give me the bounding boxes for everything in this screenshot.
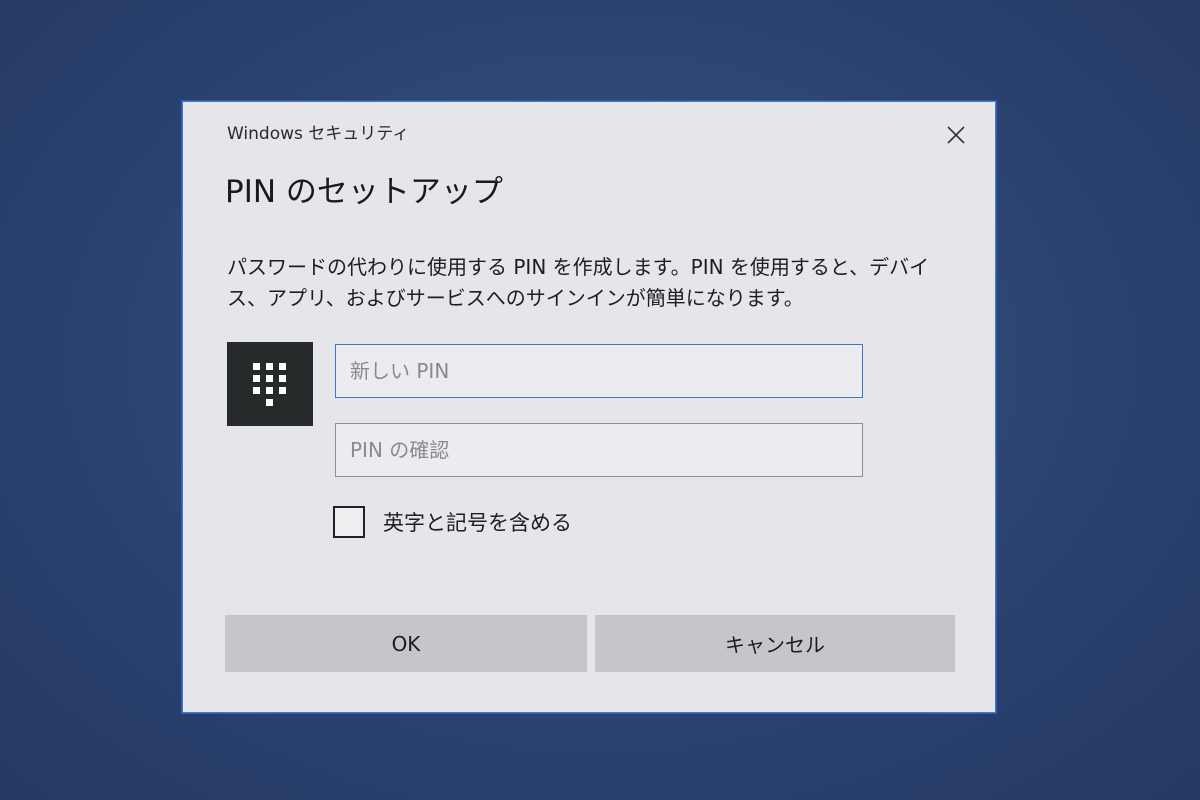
close-button[interactable] [941, 120, 971, 150]
pin-icon-tile [227, 342, 313, 426]
dialog-heading: PIN のセットアップ [225, 174, 503, 210]
close-icon [947, 126, 965, 144]
include-letters-symbols-label: 英字と記号を含める [383, 511, 572, 535]
confirm-pin-input[interactable] [335, 423, 863, 477]
dialog-description: パスワードの代わりに使用する PIN を作成します。PIN を使用すると、デバイ… [227, 255, 930, 310]
include-letters-symbols-checkbox[interactable] [333, 506, 365, 538]
pin-keypad-icon [253, 363, 286, 406]
ok-button[interactable]: OK [225, 615, 587, 672]
windows-security-dialog: Windows セキュリティ PIN のセットアップ パスワードの代わりに使用す… [182, 101, 996, 713]
include-letters-symbols-option[interactable]: 英字と記号を含める [333, 506, 572, 538]
cancel-button[interactable]: キャンセル [595, 615, 955, 672]
new-pin-input[interactable] [335, 344, 863, 398]
window-title: Windows セキュリティ [227, 124, 410, 144]
